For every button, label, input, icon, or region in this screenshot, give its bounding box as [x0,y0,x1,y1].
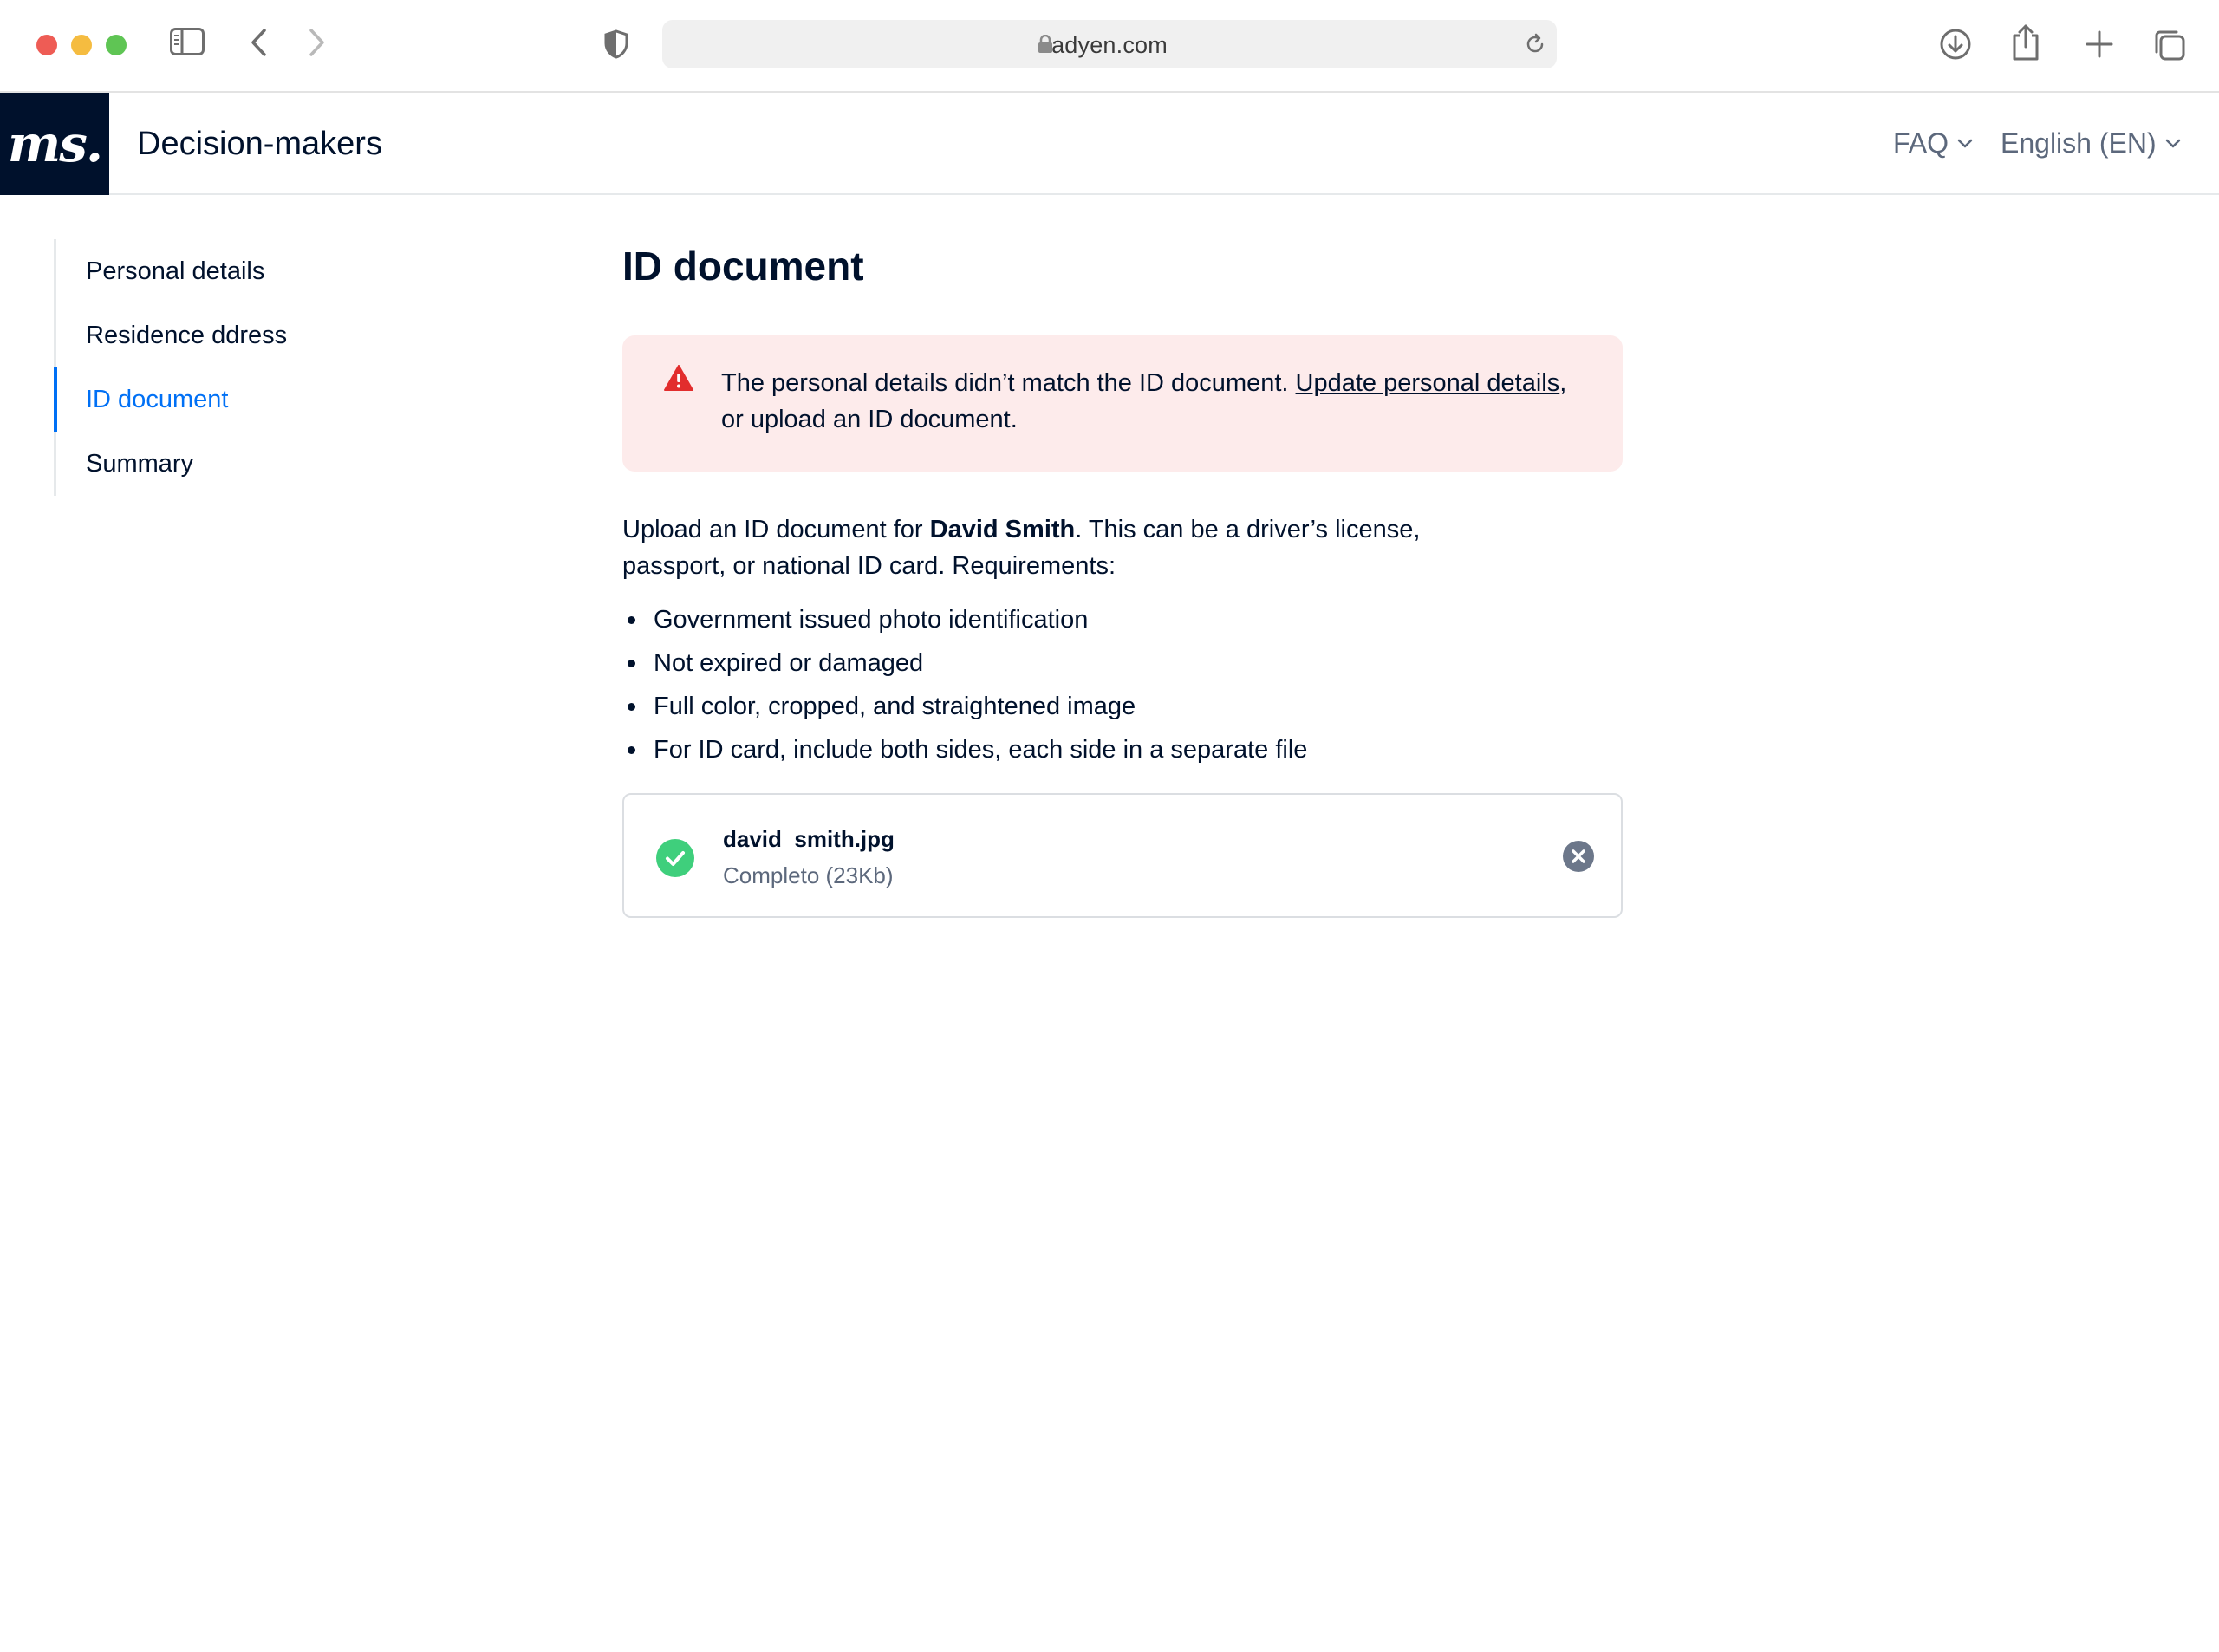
close-circle-icon [1563,841,1594,872]
check-circle-icon [655,838,695,882]
person-name: David Smith [929,516,1076,543]
list-item: Full color, cropped, and straightened im… [622,685,1576,728]
tab-overview-icon[interactable] [2153,29,2186,62]
url-text: adyen.com [1051,32,1168,58]
uploaded-file-card: david_smith.jpg Completo (23Kb) [622,793,1623,918]
lock-icon [1038,34,1053,58]
language-label: English (EN) [2001,127,2157,159]
sidebar-item-personal-details[interactable]: Personal details [54,239,400,303]
zoom-window-button[interactable] [106,35,127,55]
file-status: Completo (23Kb) [723,862,894,888]
sidebar-toggle-icon[interactable] [170,28,205,55]
alert-text-before: The personal details didn’t match the ID… [721,369,1296,397]
sidebar-item-id-document[interactable]: ID document [54,367,400,432]
faq-label: FAQ [1893,127,1949,159]
requirement-text: Government issued photo identification [654,606,1089,634]
chevron-down-icon [2165,139,2180,147]
file-name: david_smith.jpg [723,826,895,852]
bullet-icon [628,660,635,667]
requirement-text: For ID card, include both sides, each si… [654,736,1308,764]
page-title: ID document [622,244,864,289]
bullet-icon [628,746,635,754]
reload-icon[interactable] [1524,33,1546,60]
list-item: Not expired or damaged [622,641,1576,685]
brand-logo[interactable]: ms. [0,93,109,195]
faq-menu[interactable]: FAQ [1893,127,1973,159]
requirements-list: Government issued photo identification N… [622,598,1576,771]
bullet-icon [628,616,635,624]
chevron-down-icon [1957,139,1973,147]
page-header-title: Decision-makers [137,126,382,162]
forward-icon[interactable] [307,28,326,57]
back-icon[interactable] [250,28,269,57]
download-icon[interactable] [1938,27,1973,62]
requirement-text: Not expired or damaged [654,649,924,677]
address-bar[interactable]: adyen.com [662,20,1557,68]
close-window-button[interactable] [36,35,57,55]
alert-message: The personal details didn’t match the ID… [721,365,1571,438]
minimize-window-button[interactable] [71,35,92,55]
list-item: For ID card, include both sides, each si… [622,728,1576,771]
update-personal-details-link[interactable]: Update personal details [1296,369,1560,397]
language-selector[interactable]: English (EN) [2001,127,2181,159]
error-alert: The personal details didn’t match the ID… [622,335,1623,472]
bullet-icon [628,703,635,711]
app-header: ms. Decision-makers FAQ English (EN) [0,93,2219,195]
remove-file-button[interactable] [1562,840,1595,877]
new-tab-icon[interactable] [2084,29,2115,60]
warning-icon [664,365,693,395]
share-icon[interactable] [2011,23,2040,62]
sidebar-item-summary[interactable]: Summary [54,432,400,496]
requirement-text: Full color, cropped, and straightened im… [654,693,1136,720]
privacy-shield-icon[interactable] [603,29,629,59]
step-navigation: Personal details Residence ddress ID doc… [54,239,400,496]
browser-toolbar: adyen.com [0,0,2219,93]
upload-instructions: Upload an ID document for David Smith. T… [622,511,1506,584]
intro-text-before: Upload an ID document for [622,516,930,543]
list-item: Government issued photo identification [622,598,1576,641]
sidebar-item-residence-address[interactable]: Residence ddress [54,303,400,367]
